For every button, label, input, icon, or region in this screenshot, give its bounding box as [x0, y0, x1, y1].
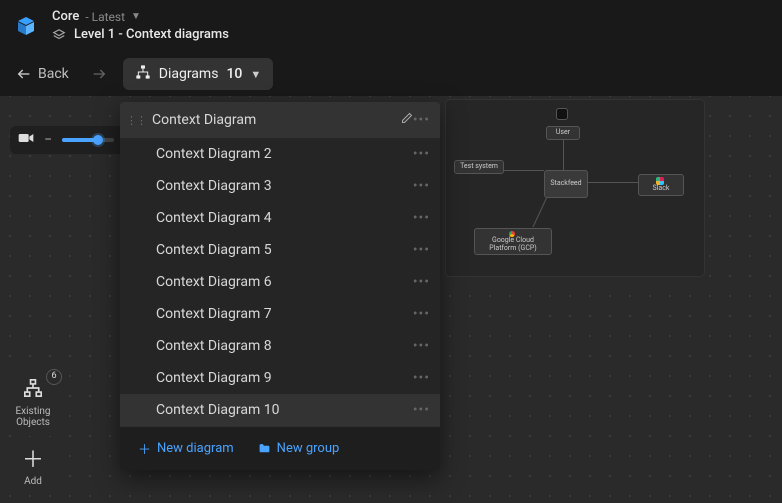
network-icon — [135, 64, 151, 84]
diagram-item-label: Context Diagram 3 — [136, 178, 413, 194]
diagrams-dropdown-toggle[interactable]: Diagrams 10 ▼ — [123, 58, 273, 90]
workspace-version: Latest — [85, 10, 125, 24]
new-diagram-button[interactable]: ＋ New diagram — [138, 439, 234, 458]
back-button[interactable]: Back — [10, 62, 75, 86]
diagram-item[interactable]: Context Diagram 8••• — [120, 330, 440, 362]
edit-icon[interactable] — [401, 112, 413, 128]
existing-label-2: Objects — [16, 417, 50, 428]
diagram-item[interactable]: Context Diagram 6••• — [120, 266, 440, 298]
forward-button[interactable] — [85, 62, 113, 86]
diagram-item[interactable]: Context Diagram 2••• — [120, 138, 440, 170]
workspace-selector[interactable]: Core Latest ▼ — [52, 9, 229, 25]
title-column: Core Latest ▼ Level 1 - Context diagrams — [52, 9, 229, 42]
diagram-item[interactable]: ⋮⋮ Context Diagram ••• — [120, 102, 440, 138]
more-icon[interactable]: ••• — [413, 338, 430, 354]
pv-test-system: Test system — [454, 160, 504, 174]
diagram-item[interactable]: Context Diagram 7••• — [120, 298, 440, 330]
more-icon[interactable]: ••• — [413, 112, 430, 128]
more-icon[interactable]: ••• — [413, 242, 430, 258]
diagram-item-label: Context Diagram 2 — [136, 146, 413, 162]
more-icon[interactable]: ••• — [413, 146, 430, 162]
diagram-item-label: Context Diagram 7 — [136, 306, 413, 322]
diagram-item-label: Context Diagram 6 — [136, 274, 413, 290]
pv-slack: Slack — [638, 174, 684, 196]
breadcrumb[interactable]: Level 1 - Context diagrams — [52, 27, 229, 43]
zoom-out-button[interactable]: − — [42, 132, 54, 148]
diagram-item[interactable]: Context Diagram 5••• — [120, 234, 440, 266]
new-diagram-label: New diagram — [157, 441, 234, 456]
pv-connector — [533, 198, 547, 227]
pill-count: 10 — [226, 66, 242, 82]
slider-knob[interactable] — [93, 135, 103, 145]
add-button[interactable]: ＋ Add — [8, 444, 58, 495]
pv-connector — [588, 182, 638, 183]
diagrams-dropdown: ⋮⋮ Context Diagram ••• Context Diagram 2… — [120, 102, 440, 470]
toolbar: Back Diagrams 10 ▼ — [0, 52, 782, 96]
side-tools: 6 Existing Objects ＋ Add — [8, 373, 58, 495]
topbar: Core Latest ▼ Level 1 - Context diagrams — [0, 0, 782, 52]
more-icon[interactable]: ••• — [413, 210, 430, 226]
camera-icon[interactable] — [18, 132, 34, 148]
existing-objects-count: 6 — [46, 369, 62, 385]
more-icon[interactable]: ••• — [413, 274, 430, 290]
diagram-item-label: Context Diagram — [136, 112, 395, 128]
chevron-down-icon: ▼ — [250, 68, 261, 81]
diagram-item[interactable]: Context Diagram 3••• — [120, 170, 440, 202]
folder-icon — [258, 442, 271, 455]
plus-icon: ＋ — [138, 439, 151, 458]
pv-stackfeed: Stackfeed — [544, 170, 588, 198]
diagram-item[interactable]: Context Diagram 9••• — [120, 362, 440, 394]
diagram-thumbnail[interactable]: User Test system Stackfeed Slack Google … — [446, 100, 704, 276]
new-group-label: New group — [277, 441, 340, 456]
hierarchy-icon — [23, 379, 43, 402]
more-icon[interactable]: ••• — [413, 370, 430, 386]
zoom-slider[interactable] — [62, 138, 114, 142]
existing-label-1: Existing — [15, 406, 50, 417]
layers-icon — [52, 28, 66, 42]
diagram-item-label: Context Diagram 8 — [136, 338, 413, 354]
arrow-right-icon — [91, 66, 107, 82]
chevron-down-icon: ▼ — [131, 11, 141, 23]
new-group-button[interactable]: New group — [258, 441, 340, 456]
arrow-left-icon — [16, 66, 32, 82]
breadcrumb-text: Level 1 - Context diagrams — [74, 27, 229, 43]
back-label: Back — [38, 66, 69, 82]
plus-icon: ＋ — [22, 450, 44, 472]
pv-gcp: Google Cloud Platform (GCP) — [474, 228, 552, 255]
diagram-item-label: Context Diagram 5 — [136, 242, 413, 258]
more-icon[interactable]: ••• — [413, 402, 430, 418]
diagram-item-label: Context Diagram 9 — [136, 370, 413, 386]
existing-objects-button[interactable]: 6 Existing Objects — [8, 373, 58, 436]
diagram-item-label: Context Diagram 4 — [136, 210, 413, 226]
diagram-item-label: Context Diagram 10 — [136, 402, 413, 418]
pv-user-icon-box — [556, 108, 568, 120]
dropdown-footer: ＋ New diagram New group — [120, 426, 440, 470]
pv-connector — [504, 170, 544, 171]
diagram-item[interactable]: Context Diagram 10••• — [120, 394, 440, 426]
workspace-name: Core — [52, 9, 79, 25]
pv-user: User — [546, 126, 580, 140]
diagram-item[interactable]: Context Diagram 4••• — [120, 202, 440, 234]
drag-handle-icon[interactable]: ⋮⋮ — [126, 114, 146, 127]
pv-connector — [563, 140, 564, 170]
app-logo[interactable] — [14, 14, 38, 38]
add-label: Add — [24, 476, 42, 487]
more-icon[interactable]: ••• — [413, 306, 430, 322]
more-icon[interactable]: ••• — [413, 178, 430, 194]
pill-label: Diagrams — [159, 66, 219, 82]
